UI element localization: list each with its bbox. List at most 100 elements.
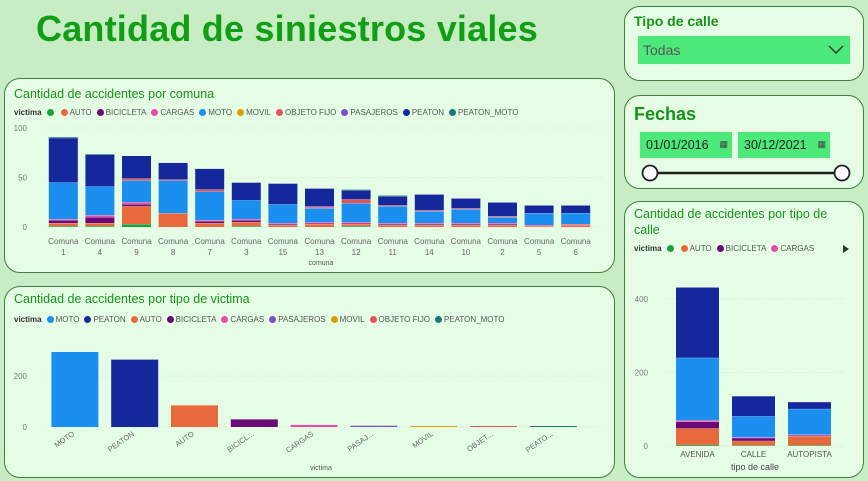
bar-segment[interactable] (378, 196, 408, 206)
bar-segment[interactable] (305, 224, 334, 227)
bar-segment[interactable] (85, 186, 115, 216)
x-tick-label: AVENIDA (680, 450, 715, 459)
bar-segment[interactable] (231, 200, 261, 220)
x-tick-label: Comuna (451, 237, 482, 246)
bar-segment[interactable] (732, 437, 775, 441)
x-tick-label: Comuna (195, 237, 226, 246)
bar-segment[interactable] (676, 421, 719, 429)
bar-segment[interactable] (122, 224, 151, 227)
bar[interactable] (290, 424, 338, 427)
y-tick-label: 0 (23, 423, 28, 432)
x-tick-label: AUTOPISTA (787, 450, 832, 459)
bar-segment[interactable] (231, 182, 261, 201)
x-tick-label: CALLE (741, 450, 766, 459)
bar-segment[interactable] (414, 194, 444, 211)
bar-segment[interactable] (195, 191, 225, 221)
bar-segment[interactable] (158, 162, 188, 180)
bar[interactable] (171, 405, 218, 427)
bar-segment[interactable] (268, 183, 298, 205)
bar-segment[interactable] (48, 220, 78, 224)
bar-segment[interactable] (341, 224, 371, 227)
bar-segment[interactable] (122, 178, 151, 181)
bar-segment[interactable] (158, 180, 188, 214)
bar-segment[interactable] (414, 225, 444, 227)
fecha-inicio-input[interactable]: 01/01/2016 ▦ (640, 132, 732, 158)
bar-segment[interactable] (676, 287, 719, 358)
fechas-range-slider[interactable] (638, 161, 858, 185)
calendar-icon[interactable]: ▦ (817, 139, 826, 150)
bar-segment[interactable] (122, 155, 151, 179)
x-tick-label: 1 (61, 248, 66, 257)
x-tick-label: 13 (315, 248, 324, 257)
bar-segment[interactable] (451, 198, 481, 209)
slider-handle-end[interactable] (833, 164, 851, 182)
bar-segment[interactable] (524, 213, 554, 226)
bar-segment[interactable] (378, 225, 408, 227)
bar[interactable] (529, 426, 577, 427)
bar-segment[interactable] (195, 223, 225, 227)
x-tick-label: Comuna (487, 237, 518, 246)
bar[interactable] (350, 425, 398, 427)
bar-segment[interactable] (524, 205, 554, 214)
fecha-fin-input[interactable]: 30/12/2021 ▦ (738, 132, 830, 158)
bar[interactable] (230, 419, 278, 427)
bar-segment[interactable] (85, 215, 115, 218)
bar-segment[interactable] (122, 204, 151, 207)
bar-segment[interactable] (122, 180, 151, 203)
calendar-icon[interactable]: ▦ (719, 139, 728, 150)
bar-segment[interactable] (451, 225, 481, 227)
bar-segment[interactable] (676, 428, 719, 445)
comuna-chart-title: Cantidad de accidentes por comuna (14, 87, 215, 101)
bar-segment[interactable] (788, 436, 831, 446)
x-tick-label: CARGAS (284, 429, 315, 455)
bar-segment[interactable] (732, 416, 775, 438)
bar[interactable] (111, 359, 159, 427)
bar[interactable] (51, 351, 99, 427)
bar-segment[interactable] (231, 222, 261, 227)
bar-segment[interactable] (488, 217, 517, 224)
bar-segment[interactable] (788, 408, 831, 435)
bar-segment[interactable] (561, 213, 591, 225)
bar-segment[interactable] (305, 208, 334, 223)
bar-segment[interactable] (488, 202, 517, 217)
y-tick-label: 200 (14, 372, 28, 381)
bar-segment[interactable] (378, 206, 408, 224)
bar-segment[interactable] (195, 189, 225, 192)
bar-segment[interactable] (488, 225, 517, 227)
bar-segment[interactable] (341, 190, 371, 200)
tipo-calle-dropdown[interactable]: Todas (638, 36, 850, 64)
chevron-down-icon (828, 45, 844, 54)
bar-segment[interactable] (268, 204, 298, 224)
fecha-fin-value: 30/12/2021 (744, 138, 807, 152)
bar-segment[interactable] (85, 217, 115, 224)
slider-handle-start[interactable] (641, 164, 659, 182)
bar-segment[interactable] (305, 188, 334, 207)
bar-segment[interactable] (451, 209, 481, 224)
bar-segment[interactable] (48, 223, 78, 227)
bar-segment[interactable] (676, 357, 719, 421)
bar-segment[interactable] (122, 206, 151, 225)
bar-segment[interactable] (231, 220, 261, 223)
bar-segment[interactable] (561, 205, 591, 214)
bar-segment[interactable] (195, 221, 225, 224)
bar-segment[interactable] (48, 137, 78, 183)
bar-segment[interactable] (268, 225, 298, 227)
bar-segment[interactable] (561, 225, 591, 227)
bar-segment[interactable] (85, 154, 115, 187)
bar-segment[interactable] (195, 168, 225, 190)
bar-segment[interactable] (48, 182, 78, 220)
bar-segment[interactable] (85, 223, 115, 227)
bar-segment[interactable] (788, 401, 831, 409)
bar-segment[interactable] (341, 199, 371, 204)
y-tick-label: 0 (644, 442, 649, 451)
bar-segment[interactable] (414, 211, 444, 224)
bar[interactable] (470, 426, 517, 427)
bar-segment[interactable] (341, 203, 371, 223)
y-tick-label: 100 (14, 124, 28, 133)
bar-segment[interactable] (732, 396, 775, 417)
bar-segment[interactable] (732, 440, 775, 446)
x-tick-label: OBJET... (465, 429, 494, 453)
bar[interactable] (410, 426, 458, 427)
bar-segment[interactable] (158, 213, 188, 227)
bar-segment[interactable] (122, 202, 151, 205)
